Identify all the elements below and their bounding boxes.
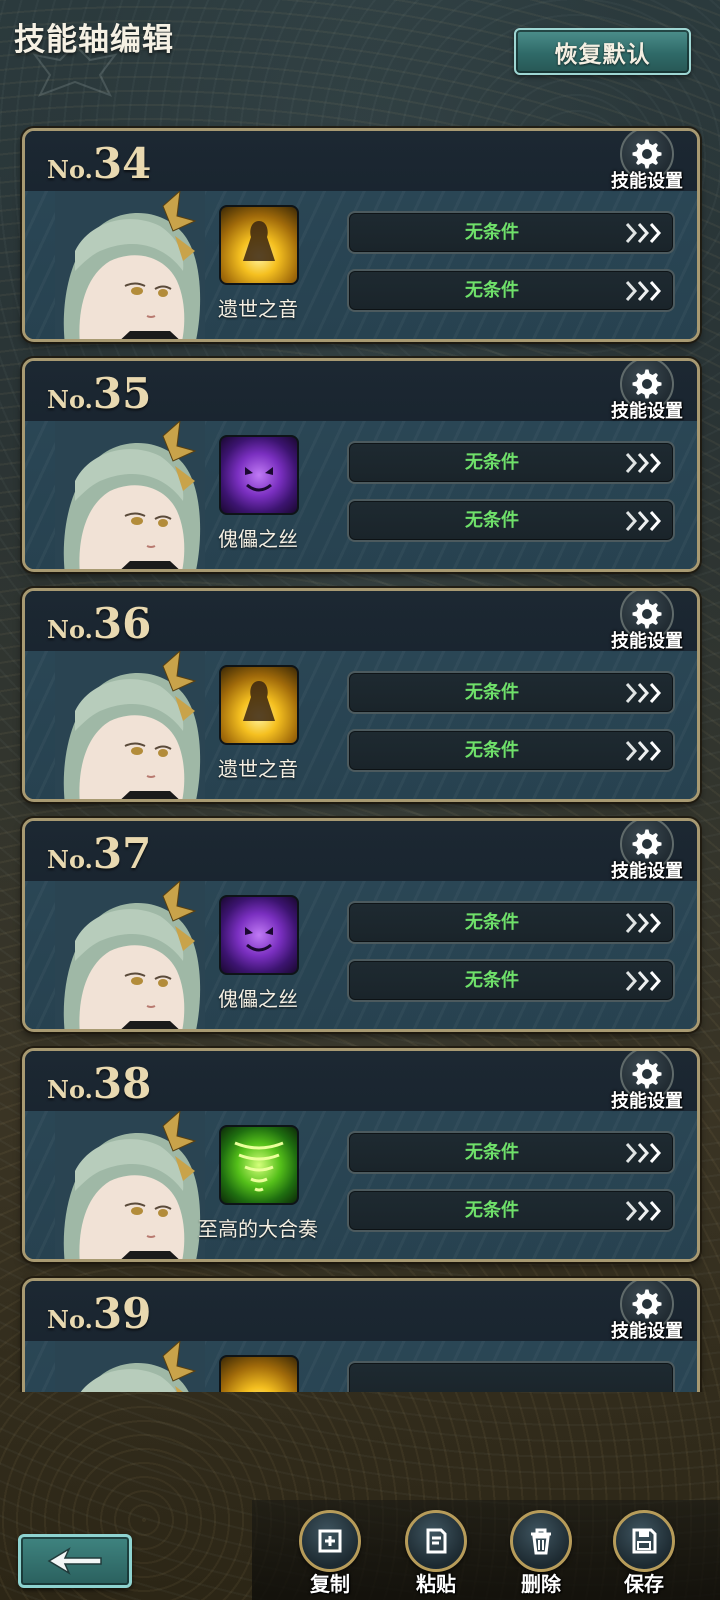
triple-chevron-right-icon <box>625 1142 663 1164</box>
card-number: No.34 <box>47 139 152 188</box>
condition-label: 无条件 <box>465 222 519 243</box>
card-number: No.39 <box>47 1289 152 1338</box>
condition-label: 无条件 <box>465 452 519 473</box>
triple-chevron-right-icon <box>625 222 663 244</box>
save-icon <box>613 1510 675 1572</box>
skill-card: No.35 技能设置 傀儡之丝 无条件 无条件 <box>22 358 700 572</box>
restore-default-button[interactable]: 恢复默认 <box>514 28 691 75</box>
paste-label: 粘贴 <box>416 1572 456 1596</box>
condition-button[interactable]: 无条件 <box>347 671 675 714</box>
skill-name: 傀儡之丝 <box>218 527 298 551</box>
triple-chevron-right-icon <box>625 740 663 762</box>
skill-settings-button[interactable]: 技能设置 <box>611 1051 683 1117</box>
triple-chevron-right-icon <box>625 280 663 302</box>
condition-button[interactable]: 无条件 <box>347 499 675 542</box>
skill-settings-label: 技能设置 <box>611 171 683 192</box>
skill-card: No.36 技能设置 遗世之音 无条件 无条件 <box>22 588 700 802</box>
skill-settings-button[interactable]: 技能设置 <box>611 821 683 887</box>
skill-settings-label: 技能设置 <box>611 1321 683 1342</box>
condition-button[interactable]: 无条件 <box>347 959 675 1002</box>
condition-label: 无条件 <box>465 1142 519 1163</box>
skill-name: 至高的大合奏 <box>198 1217 318 1241</box>
golden-figure-skill-icon[interactable] <box>219 205 299 285</box>
copy-button[interactable]: 复制 <box>292 1510 368 1598</box>
skill-settings-label: 技能设置 <box>611 861 683 882</box>
delete-button[interactable]: 删除 <box>503 1510 579 1598</box>
skill-card: No.39 技能设置 <box>22 1278 700 1392</box>
purple-mask-skill-icon[interactable] <box>219 435 299 515</box>
skill-timeline-list[interactable]: No.34 技能设置 遗世之音 无条件 无条件 No.35 技能设置 傀儡之丝 … <box>0 122 720 1392</box>
bottom-toolbar: 复制 粘贴 删除 保存 <box>0 1500 720 1600</box>
delete-label: 删除 <box>521 1572 561 1596</box>
skill-name: 遗世之音 <box>218 297 298 321</box>
condition-label: 无条件 <box>465 280 519 301</box>
triple-chevron-right-icon <box>625 452 663 474</box>
page-title: 技能轴编辑 <box>14 22 174 58</box>
condition-label: 无条件 <box>465 740 519 761</box>
skill-card: No.38 技能设置 至高的大合奏 无条件 无条件 <box>22 1048 700 1262</box>
skill-card: No.34 技能设置 遗世之音 无条件 无条件 <box>22 128 700 342</box>
card-number: No.36 <box>47 599 152 648</box>
condition-label: 无条件 <box>465 970 519 991</box>
condition-button[interactable]: 无条件 <box>347 1131 675 1174</box>
condition-button[interactable] <box>347 1361 675 1392</box>
condition-label: 无条件 <box>465 510 519 531</box>
triple-chevron-right-icon <box>625 970 663 992</box>
copy-label: 复制 <box>310 1572 350 1596</box>
card-number: No.37 <box>47 829 152 878</box>
skill-settings-label: 技能设置 <box>611 401 683 422</box>
card-number: No.38 <box>47 1059 152 1108</box>
skill-settings-button[interactable]: 技能设置 <box>611 361 683 427</box>
back-button[interactable] <box>18 1534 132 1588</box>
skill-name: 遗世之音 <box>218 757 298 781</box>
skill-settings-label: 技能设置 <box>611 631 683 652</box>
golden-figure-skill-icon[interactable] <box>219 665 299 745</box>
card-number: No.35 <box>47 369 152 418</box>
condition-label: 无条件 <box>465 1200 519 1221</box>
trash-icon <box>510 1510 572 1572</box>
save-button[interactable]: 保存 <box>606 1510 682 1598</box>
condition-button[interactable]: 无条件 <box>347 211 675 254</box>
skill-settings-button[interactable]: 技能设置 <box>611 591 683 657</box>
triple-chevron-right-icon <box>625 682 663 704</box>
condition-label: 无条件 <box>465 912 519 933</box>
character-portrait <box>55 1341 205 1392</box>
condition-button[interactable]: 无条件 <box>347 901 675 944</box>
condition-button[interactable]: 无条件 <box>347 269 675 312</box>
skill-settings-button[interactable]: 技能设置 <box>611 131 683 197</box>
skill-name: 傀儡之丝 <box>218 987 298 1011</box>
triple-chevron-right-icon <box>625 510 663 532</box>
paste-icon <box>405 1510 467 1572</box>
condition-button[interactable]: 无条件 <box>347 1189 675 1232</box>
skill-settings-label: 技能设置 <box>611 1091 683 1112</box>
back-arrow-icon <box>47 1547 102 1575</box>
condition-button[interactable]: 无条件 <box>347 729 675 772</box>
condition-button[interactable]: 无条件 <box>347 441 675 484</box>
triple-chevron-right-icon <box>625 1200 663 1222</box>
skill-card: No.37 技能设置 傀儡之丝 无条件 无条件 <box>22 818 700 1032</box>
save-label: 保存 <box>624 1572 664 1596</box>
triple-chevron-right-icon <box>625 912 663 934</box>
paste-button[interactable]: 粘贴 <box>398 1510 474 1598</box>
purple-mask-skill-icon[interactable] <box>219 895 299 975</box>
skill-settings-button[interactable]: 技能设置 <box>611 1281 683 1347</box>
green-tornado-skill-icon[interactable] <box>219 1125 299 1205</box>
golden-figure-skill-icon[interactable] <box>219 1355 299 1392</box>
copy-icon <box>299 1510 361 1572</box>
condition-label: 无条件 <box>465 682 519 703</box>
